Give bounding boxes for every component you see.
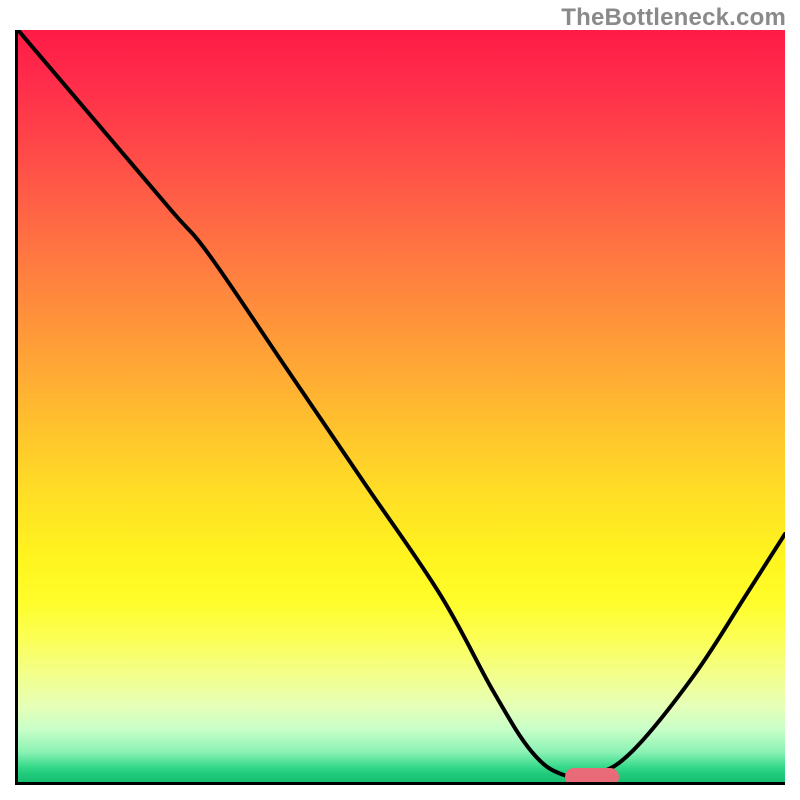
- optimal-marker: [565, 768, 619, 785]
- bottleneck-curve-path: [18, 30, 785, 778]
- curve-svg: [18, 30, 785, 782]
- watermark-text: TheBottleneck.com: [561, 4, 786, 32]
- plot-area: [15, 30, 785, 785]
